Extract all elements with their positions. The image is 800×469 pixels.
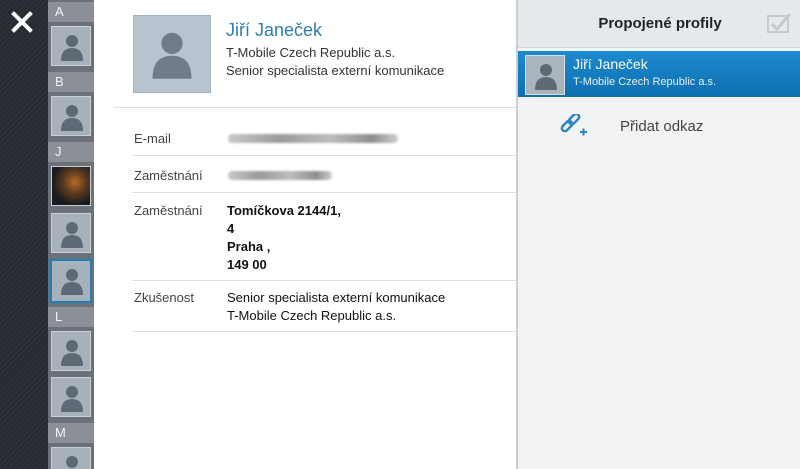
- person-placeholder-icon: [61, 35, 83, 61]
- letter-header-j: J: [48, 142, 94, 162]
- contact-thumb[interactable]: [51, 331, 91, 371]
- email-value-redacted[interactable]: [228, 134, 398, 143]
- avatar: [133, 15, 211, 93]
- link-add-icon: [560, 114, 587, 136]
- employment-label: Zaměstnání: [134, 168, 203, 183]
- address-value[interactable]: Tomíčkova 2144/1, 4 Praha , 149 00: [227, 202, 341, 274]
- address-line: 4: [227, 221, 235, 236]
- person-placeholder-icon: [61, 105, 83, 131]
- person-placeholder-icon: [61, 222, 83, 248]
- add-link-label: Přidat odkaz: [620, 118, 704, 135]
- person-placeholder-icon: [61, 269, 83, 295]
- contact-thumb[interactable]: [51, 26, 91, 66]
- contact-thumb-selected[interactable]: [50, 259, 92, 303]
- person-placeholder-icon: [61, 386, 83, 412]
- left-strip: [0, 0, 48, 469]
- letter-header-b: B: [48, 72, 94, 92]
- person-placeholder-icon: [535, 64, 557, 90]
- row-divider: [132, 155, 516, 156]
- experience-label: Zkušenost: [134, 290, 194, 305]
- letter-header-a: A: [48, 2, 94, 22]
- address-line: Praha ,: [227, 239, 271, 254]
- email-label: E-mail: [134, 131, 171, 146]
- linked-profile-avatar: [525, 55, 565, 95]
- contact-name: Jiří Janeček: [226, 20, 323, 40]
- close-icon: [11, 11, 33, 33]
- linked-profiles-header: Propojené profily: [518, 0, 800, 48]
- letter-header-l: L: [48, 307, 94, 327]
- contact-thumb[interactable]: [51, 447, 91, 469]
- contact-photo-thumb[interactable]: [51, 166, 91, 206]
- row-divider: [132, 331, 516, 332]
- confirm-button[interactable]: [766, 12, 792, 34]
- checkbox-icon: [767, 13, 792, 33]
- linked-profiles-title: Propojené profily: [598, 15, 722, 32]
- linked-profiles-panel: Propojené profily Jiří Janeček T-Mobile …: [516, 0, 800, 469]
- person-placeholder-icon: [66, 456, 78, 468]
- contact-index-column: A B J L M: [48, 0, 94, 469]
- header-divider: [114, 107, 516, 108]
- address-label: Zaměstnání: [134, 203, 203, 218]
- linked-profile-item[interactable]: Jiří Janeček T-Mobile Czech Republic a.s…: [518, 51, 800, 97]
- person-placeholder-icon: [152, 32, 192, 79]
- contact-thumb[interactable]: [51, 96, 91, 136]
- employment-value-redacted[interactable]: [228, 171, 332, 180]
- person-placeholder-icon: [61, 340, 83, 366]
- address-line: 149 00: [227, 257, 267, 272]
- row-divider: [132, 192, 516, 193]
- row-divider: [132, 280, 516, 281]
- letter-header-m: M: [48, 423, 94, 443]
- contact-thumb[interactable]: [51, 213, 91, 253]
- contact-role: Senior specialista externí komunikace: [226, 63, 445, 78]
- contact-detail-panel: Jiří Janeček T-Mobile Czech Republic a.s…: [94, 0, 516, 469]
- experience-line: T-Mobile Czech Republic a.s.: [227, 308, 397, 323]
- address-line: Tomíčkova 2144/1,: [227, 203, 341, 218]
- contact-company: T-Mobile Czech Republic a.s.: [226, 45, 396, 60]
- linked-profile-name: Jiří Janeček: [573, 56, 648, 72]
- experience-line: Senior specialista externí komunikace: [227, 290, 446, 305]
- contact-thumb[interactable]: [51, 377, 91, 417]
- experience-value: Senior specialista externí komunikace T-…: [227, 289, 445, 325]
- close-button[interactable]: [10, 10, 34, 34]
- linked-profile-company: T-Mobile Czech Republic a.s.: [573, 76, 717, 88]
- add-link-button[interactable]: Přidat odkaz: [518, 106, 800, 146]
